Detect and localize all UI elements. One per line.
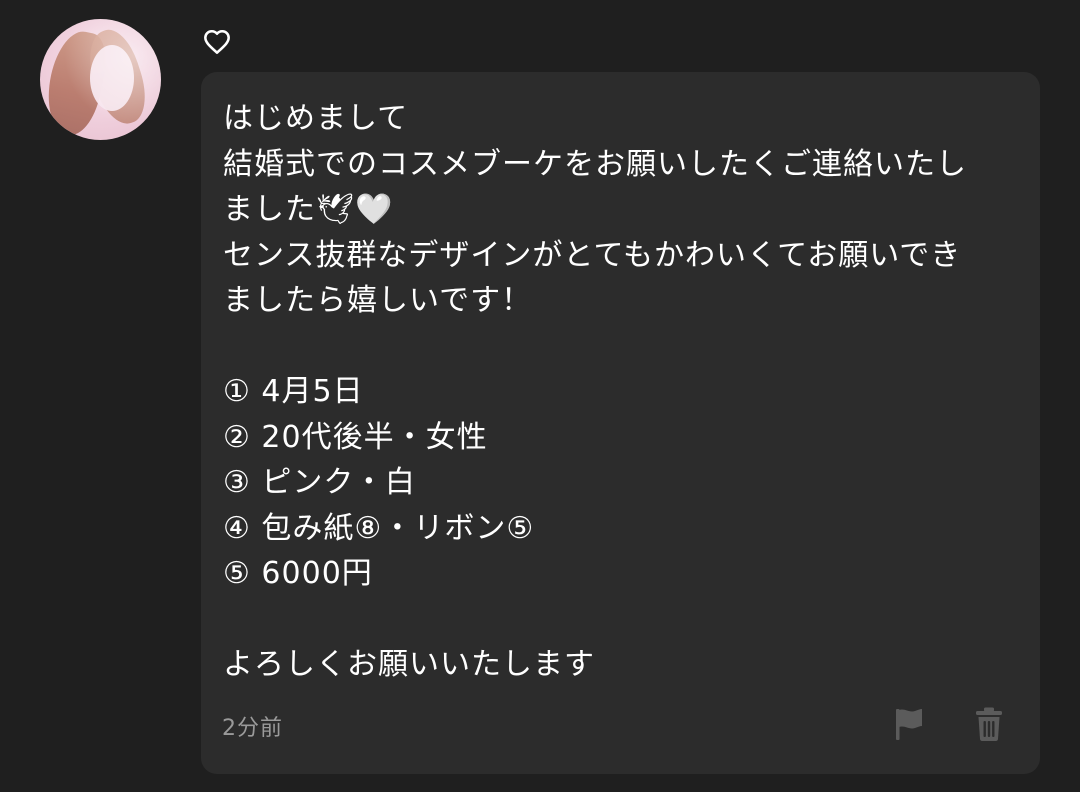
message-line: センス抜群なデザインがとてもかわいくてお願いでき [223, 237, 962, 273]
trash-icon[interactable] [973, 706, 1005, 742]
message-line: ③ ピンク・白 [223, 465, 416, 500]
message-line: ① 4月5日 [223, 374, 364, 409]
avatar-highlight [40, 19, 161, 140]
avatar[interactable] [40, 19, 161, 140]
message-line: 結婚式でのコスメブーケをお願いしたくご連絡いたし [223, 146, 967, 182]
message-line: ⑤ 6000円 [223, 556, 373, 591]
message-bubble: はじめまして 結婚式でのコスメブーケをお願いしたくご連絡いたし ました🕊🤍 セン… [201, 72, 1040, 774]
message-line: ④ 包み紙⑧・リボン⑤ [223, 510, 535, 546]
message-text: はじめまして 結婚式でのコスメブーケをお願いしたくご連絡いたし ました🕊🤍 セン… [223, 96, 1023, 688]
heart-icon[interactable] [203, 29, 231, 55]
message-line: よろしくお願いいたします [223, 647, 595, 682]
message-line: はじめまして [223, 101, 409, 136]
message-timestamp: 2分前 [222, 716, 283, 741]
flag-icon[interactable] [893, 706, 925, 742]
message-line: ました🕊🤍 [223, 192, 394, 227]
message-line: ましたら嬉しいです！ [223, 283, 533, 318]
message-line: ② 20代後半・女性 [223, 419, 488, 455]
